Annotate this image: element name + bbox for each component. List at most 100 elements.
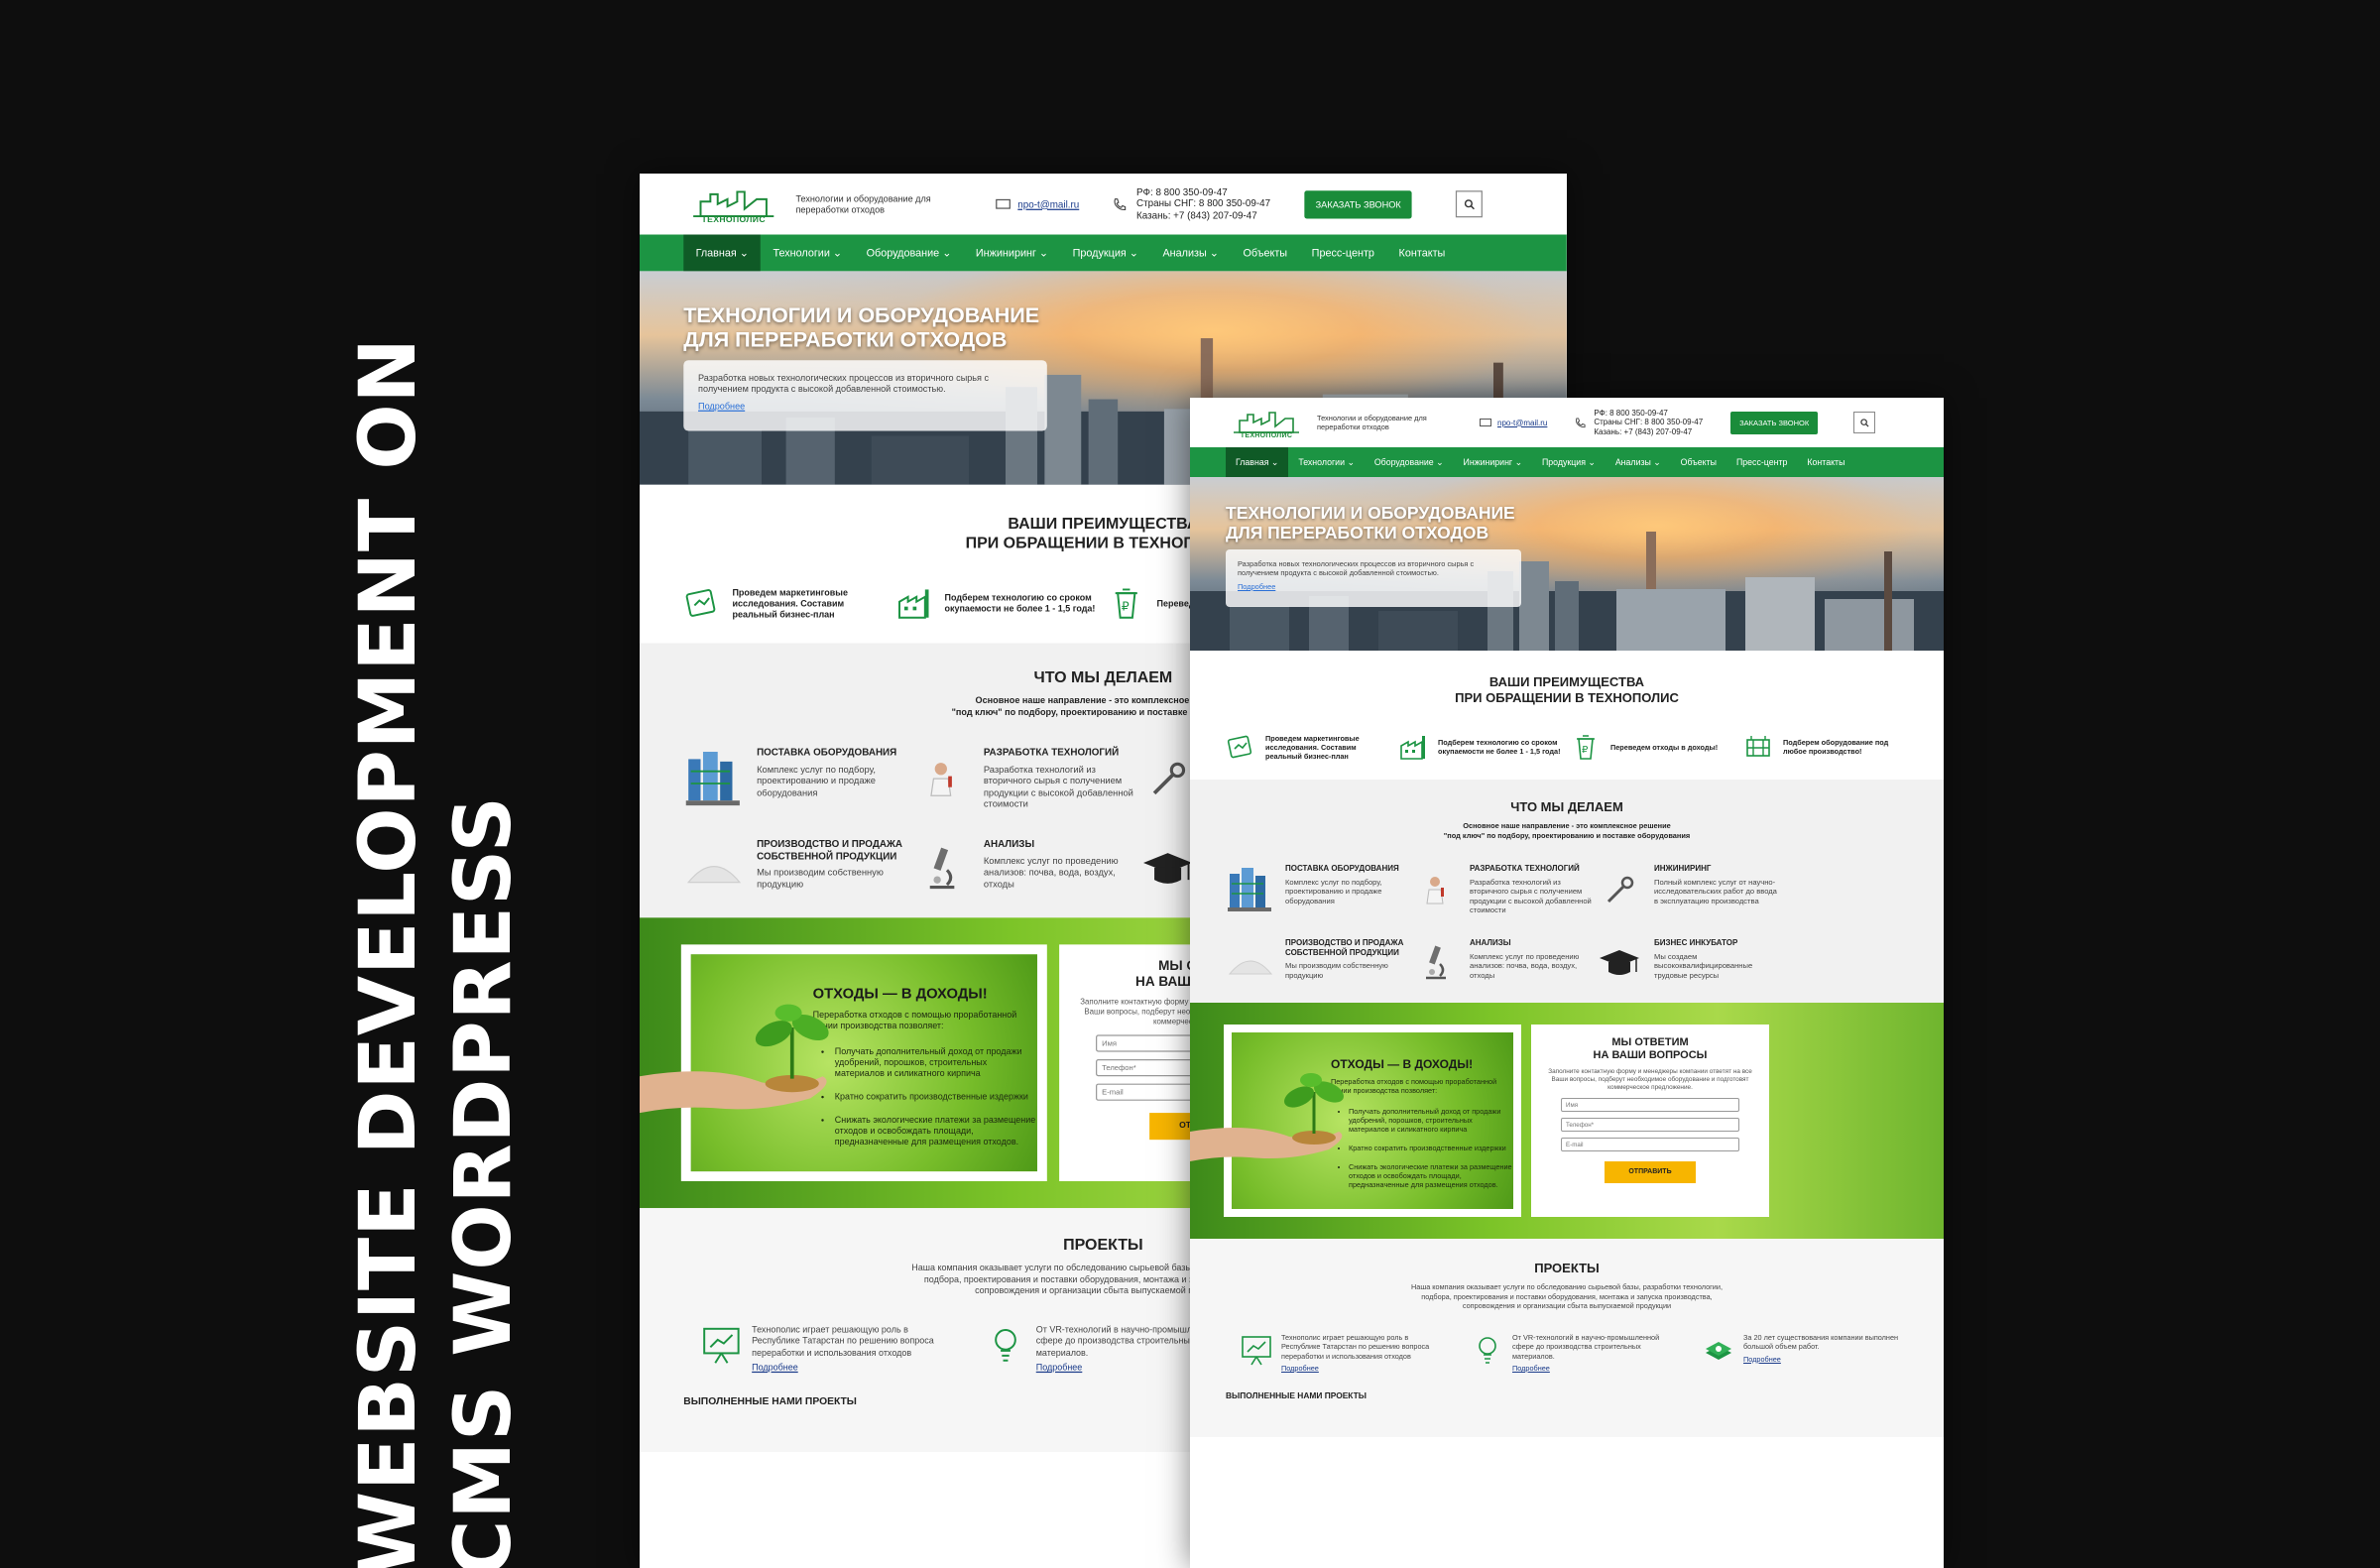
nav-item-equipment[interactable]: Оборудование ⌄	[1365, 447, 1454, 477]
submit-button[interactable]: ОТПРАВИТЬ	[1605, 1161, 1696, 1183]
name-field[interactable]	[1561, 1098, 1739, 1112]
nav-item-analyses[interactable]: Анализы ⌄	[1150, 235, 1231, 272]
nav-label: Контакты	[1398, 246, 1446, 260]
hero-text-box: Разработка новых технологических процесс…	[683, 360, 1047, 431]
service-title: РАЗРАБОТКА ТЕХНОЛОГИЙ	[983, 747, 1120, 759]
nav-label: Пресс-центр	[1735, 457, 1788, 467]
search-icon	[1860, 418, 1869, 427]
services-grid: ПОСТАВКА ОБОРУДОВАНИЯ Комплекс услуг по п…	[1190, 840, 1944, 1013]
hand-with-plant-image	[640, 1004, 829, 1114]
hero-more-link[interactable]: Подробнее	[698, 401, 1032, 412]
advantage-item: ₽ Переведем отходы в доходы!	[1571, 732, 1739, 762]
project-item: За 20 лет существования компании выполне…	[1702, 1333, 1900, 1374]
order-call-button[interactable]: ЗАКАЗАТЬ ЗВОНОК	[1304, 189, 1412, 218]
wrench-icon	[1606, 876, 1634, 904]
nav-item-engineering[interactable]: Инжиниринг ⌄	[1454, 447, 1532, 477]
projects-desc: Наша компания оказывает услуги по обслед…	[1411, 1282, 1723, 1310]
email-link[interactable]: npo-t@mail.ru	[1497, 419, 1547, 427]
header-email[interactable]: npo-t@mail.ru	[1480, 419, 1547, 427]
header-email[interactable]: npo-t@mail.ru	[996, 198, 1079, 209]
site-logo[interactable]: ТЕХНОПОЛИС	[683, 183, 783, 225]
nav-label: Главная	[1236, 457, 1269, 467]
nav-item-engineering[interactable]: Инжиниринг ⌄	[964, 235, 1061, 272]
service-item[interactable]: ПРОИЗВОДСТВО И ПРОДАЖА СОБСТВЕННОЙ ПРОДУ…	[1226, 938, 1410, 1013]
service-title: ПОСТАВКА ОБОРУДОВАНИЯ	[757, 747, 897, 759]
research-icon	[1227, 735, 1252, 759]
service-desc: Комплекс услуг по подбору, проектировани…	[1285, 877, 1382, 905]
lightbulb-icon	[995, 1328, 1016, 1362]
nav-label: Контакты	[1807, 457, 1845, 467]
email-field[interactable]	[1561, 1138, 1739, 1151]
service-item[interactable]: ИНЖИНИРИНГ Полный комплекс услуг от научн…	[1595, 864, 1779, 938]
phone-cis: Страны СНГ: 8 800 350-09-47	[1136, 197, 1271, 209]
factory-icon	[1400, 736, 1425, 760]
svg-text:₽: ₽	[1582, 745, 1589, 756]
service-item[interactable]: АНАЛИЗЫ Комплекс услуг по проведению анал…	[1410, 938, 1595, 1013]
projects-title: ПРОЕКТЫ	[1534, 1261, 1600, 1275]
main-nav: Главная ⌄ Технологии ⌄ Оборудование ⌄ Ин…	[1190, 447, 1944, 477]
service-title: ПРОИЗВОДСТВО И ПРОДАЖА СОБСТВЕННОЙ ПРОДУ…	[757, 838, 902, 862]
search-button[interactable]	[1456, 190, 1484, 218]
nav-item-press[interactable]: Пресс-центр	[1726, 447, 1797, 477]
nav-item-equipment[interactable]: Оборудование ⌄	[854, 235, 963, 272]
service-desc: Разработка технологий из вторичного сырь…	[983, 763, 1133, 809]
nav-item-home[interactable]: Главная ⌄	[683, 234, 762, 272]
project-more-link[interactable]: Подробнее	[1512, 1364, 1669, 1373]
service-item[interactable]: БИЗНЕС ИНКУБАТОР Мы создаем высококвалифи…	[1595, 938, 1779, 1013]
hero-title-line-2: ДЛЯ ПЕРЕРАБОТКИ ОТХОДОВ	[683, 326, 1008, 352]
completed-projects-title: ВЫПОЛНЕННЫЕ НАМИ ПРОЕКТЫ	[1226, 1390, 1367, 1400]
phone-ru: РФ: 8 800 350-09-47	[1136, 186, 1228, 198]
project-item: От VR-технологий в научно-промышленной с…	[1471, 1333, 1669, 1373]
factory-logo-icon	[1234, 412, 1299, 433]
nav-item-contacts[interactable]: Контакты	[1386, 235, 1457, 272]
service-title: АНАЛИЗЫ	[983, 838, 1035, 850]
advantage-text: Подберем оборудование под любое производ…	[1783, 738, 1889, 756]
service-item[interactable]: ПОСТАВКА ОБОРУДОВАНИЯ Комплекс услуг по п…	[683, 747, 910, 838]
money-stack-icon	[1706, 1341, 1731, 1360]
service-item[interactable]: РАЗРАБОТКА ТЕХНОЛОГИЙ Разработка технолог…	[910, 747, 1137, 838]
email-link[interactable]: npo-t@mail.ru	[1017, 198, 1079, 209]
nav-label: Анализы	[1614, 457, 1651, 467]
project-more-link[interactable]: Подробнее	[1743, 1355, 1900, 1364]
what-subtitle: Основное наше направление - это комплекс…	[1190, 821, 1944, 840]
waste-to-income-section: ОТХОДЫ — В ДОХОДЫ! Переработка отходов с…	[1190, 1003, 1944, 1239]
hero-text: Разработка новых технологических процесс…	[1238, 559, 1475, 577]
search-button[interactable]	[1853, 412, 1876, 433]
service-item[interactable]: ПРОИЗВОДСТВО И ПРОДАЖА СОБСТВЕННОЙ ПРОДУ…	[683, 838, 910, 929]
nav-item-products[interactable]: Продукция ⌄	[1060, 235, 1150, 272]
main-nav: Главная ⌄ Технологии ⌄ Оборудование ⌄ Ин…	[640, 234, 1567, 272]
nav-item-contacts[interactable]: Контакты	[1797, 447, 1854, 477]
svg-text:₽: ₽	[1122, 599, 1130, 613]
what-title: ЧТО МЫ ДЕЛАЕМ	[1510, 799, 1623, 814]
hero-more-link[interactable]: Подробнее	[1238, 582, 1509, 591]
service-title: АНАЛИЗЫ	[1470, 938, 1511, 947]
site-logo[interactable]: ТЕХНОПОЛИС	[1226, 406, 1307, 439]
order-call-button[interactable]: ЗАКАЗАТЬ ЗВОНОК	[1730, 411, 1819, 434]
nav-item-objects[interactable]: Объекты	[1671, 447, 1726, 477]
service-item[interactable]: РАЗРАБОТКА ТЕХНОЛОГИЙ Разработка технолог…	[1410, 864, 1595, 938]
trash-ruble-icon: ₽	[1577, 735, 1595, 760]
nav-item-press[interactable]: Пресс-центр	[1299, 235, 1386, 272]
form-title-line-1: МЫ ОТВЕТИМ	[1611, 1036, 1689, 1048]
advantage-item: Проведем маркетинговые исследования. Сос…	[683, 585, 891, 622]
what-we-do-section: ЧТО МЫ ДЕЛАЕМ Основное наше направление …	[1190, 780, 1944, 1003]
phone-kazan: Казань: +7 (843) 207-09-47	[1136, 209, 1257, 221]
service-title: ПОСТАВКА ОБОРУДОВАНИЯ	[1285, 864, 1399, 873]
nav-item-home[interactable]: Главная ⌄	[1226, 447, 1289, 477]
nav-item-technologies[interactable]: Технологии ⌄	[1288, 447, 1365, 477]
project-more-link[interactable]: Подробнее	[752, 1362, 944, 1373]
project-more-link[interactable]: Подробнее	[1281, 1364, 1438, 1373]
graduation-cap-icon	[1600, 950, 1639, 975]
title-line-2: CMS WORDPRESS	[439, 795, 529, 1568]
service-item[interactable]: АНАЛИЗЫ Комплекс услуг по проведению анал…	[910, 838, 1137, 929]
hero-title: ТЕХНОЛОГИИ И ОБОРУДОВАНИЕ ДЛЯ ПЕРЕРАБОТК…	[1226, 503, 1515, 543]
service-item[interactable]: ПОСТАВКА ОБОРУДОВАНИЯ Комплекс услуг по п…	[1226, 864, 1410, 938]
logo-text: ТЕХНОПОЛИС	[701, 216, 766, 225]
hero-title-line-1: ТЕХНОЛОГИИ И ОБОРУДОВАНИЕ	[683, 302, 1040, 327]
nav-item-objects[interactable]: Объекты	[1231, 235, 1299, 272]
nav-item-technologies[interactable]: Технологии ⌄	[761, 235, 854, 272]
nav-item-analyses[interactable]: Анализы ⌄	[1606, 447, 1671, 477]
phone-field[interactable]	[1561, 1118, 1739, 1132]
nav-item-products[interactable]: Продукция ⌄	[1532, 447, 1606, 477]
what-subtitle-line-2: "под ключ" по подбору, проектированию и …	[1443, 830, 1691, 840]
